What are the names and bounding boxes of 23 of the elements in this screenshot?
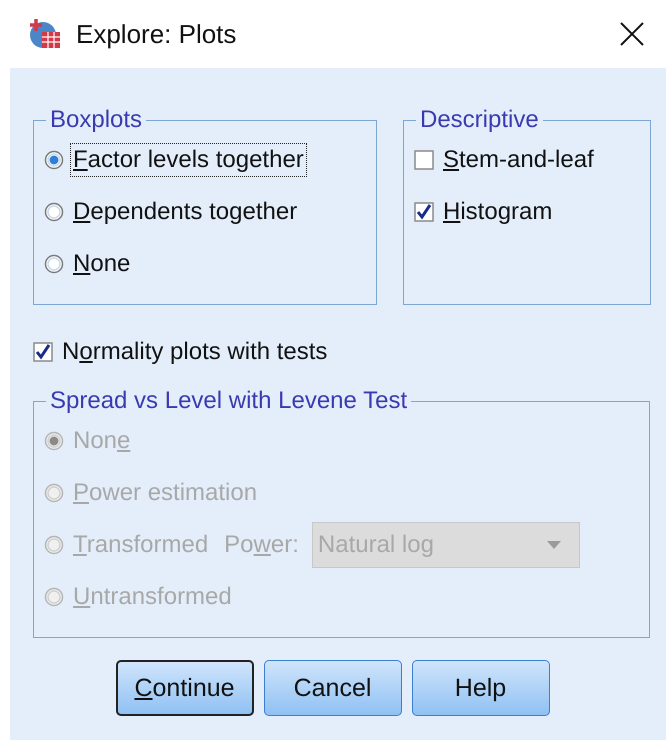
dialog-button[interactable]: Continue	[116, 660, 254, 716]
dropdown-arrow-icon	[546, 541, 561, 549]
radio-button[interactable]	[44, 150, 64, 170]
window-title: Explore: Plots	[76, 18, 238, 50]
option-label[interactable]: Normality plots with tests	[59, 335, 330, 369]
dialog-button[interactable]: Help	[412, 660, 550, 716]
dialog-button[interactable]: Cancel	[264, 660, 402, 716]
checkbox[interactable]	[33, 342, 53, 362]
option-label[interactable]: Factor levels together	[70, 143, 307, 177]
radio-button[interactable]	[44, 202, 64, 222]
group-title: Boxplots	[49, 106, 144, 134]
option-label[interactable]: Histogram	[440, 195, 556, 229]
checkbox[interactable]	[414, 150, 434, 170]
group-title: Spread vs Level with Levene Test	[49, 387, 408, 415]
option-label[interactable]: None	[70, 247, 134, 281]
table-icon	[28, 18, 62, 50]
checkbox[interactable]	[414, 202, 434, 222]
close-icon[interactable]	[620, 22, 644, 46]
option-label[interactable]: Stem-and-leaf	[440, 143, 597, 177]
radio-button[interactable]	[44, 254, 64, 274]
power-label: Power:	[223, 530, 300, 560]
group-title: Descriptive	[419, 106, 540, 134]
option-label[interactable]: Dependents together	[70, 195, 300, 229]
